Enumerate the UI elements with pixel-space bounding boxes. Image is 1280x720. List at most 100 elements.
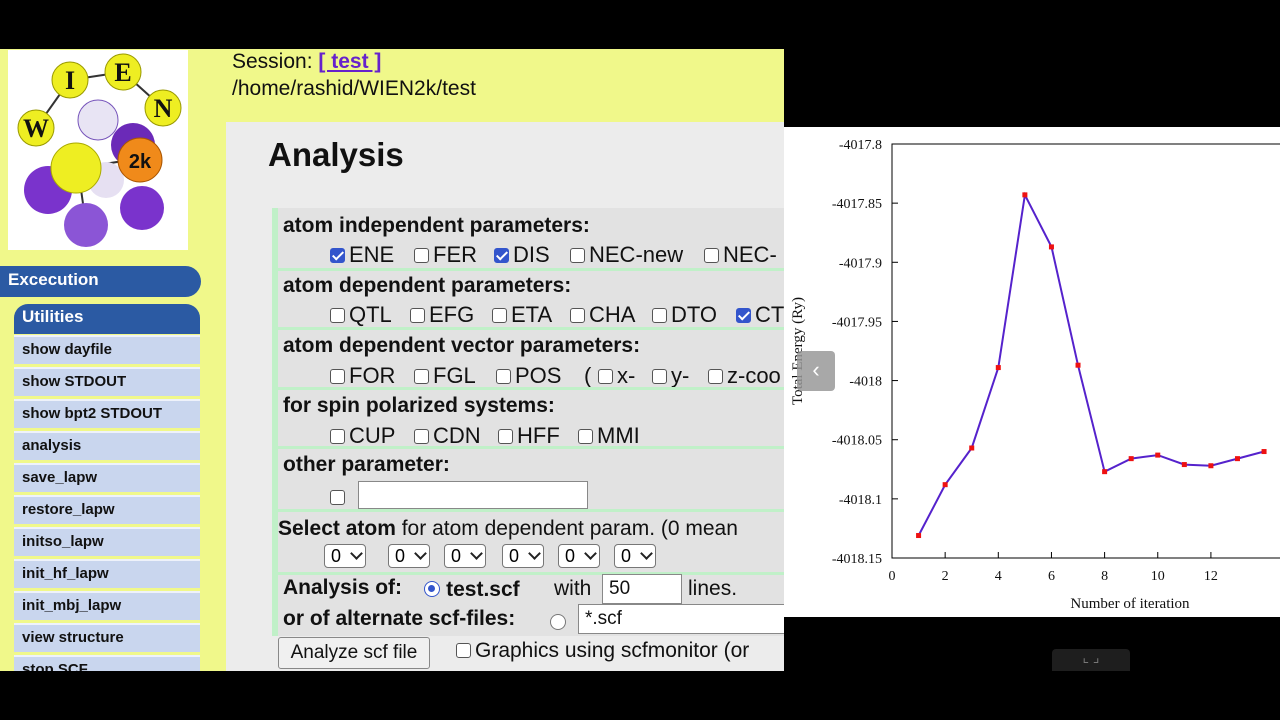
x-tick-label: 6 (1048, 569, 1055, 584)
data-point (1102, 469, 1108, 475)
y-tick-label: -4017.95 (832, 315, 882, 330)
chevron-down-icon (640, 547, 653, 560)
y-tick-label: -4017.8 (839, 138, 882, 153)
data-point (995, 365, 1001, 371)
checkbox-y[interactable]: y- (652, 363, 689, 389)
chevron-down-icon (584, 547, 597, 560)
atom-select-5[interactable]: 0 (558, 544, 600, 568)
session-info: Session: [ test ] (232, 50, 381, 74)
sidebar-item-save-lapw[interactable]: save_lapw (14, 463, 200, 492)
radio-test-scf[interactable]: test.scf (424, 576, 520, 602)
sidebar-item-init-hf-lapw[interactable]: init_hf_lapw (14, 559, 200, 588)
atom-independent-row: atom independent parameters: ENE FER DIS… (272, 208, 792, 268)
checkbox-icon[interactable] (496, 369, 511, 384)
checkbox-icon[interactable] (456, 643, 471, 658)
sidebar-item-show-dayfile[interactable]: show dayfile (14, 335, 200, 364)
other-parameter-row: other parameter: (272, 446, 792, 509)
sidebar-item-show-stdout[interactable]: show STDOUT (14, 367, 200, 396)
sidebar-item-restore-lapw[interactable]: restore_lapw (14, 495, 200, 524)
checkbox-icon[interactable] (492, 308, 507, 323)
series-line (917, 191, 1265, 536)
radio-alternate[interactable] (550, 609, 566, 635)
checkbox-icon[interactable] (414, 369, 429, 384)
lines-input[interactable]: 50 (602, 574, 682, 604)
checkbox-ene[interactable]: ENE (330, 242, 394, 268)
radio-icon[interactable] (550, 614, 566, 630)
checkbox-other[interactable] (330, 484, 349, 510)
checkbox-for[interactable]: FOR (330, 363, 395, 389)
atom-select-1[interactable]: 0 (324, 544, 366, 568)
sidebar-item-show-bpt2-stdout[interactable]: show bpt2 STDOUT (14, 399, 200, 428)
checkbox-z[interactable]: z-coo (708, 363, 781, 389)
checkbox-icon[interactable] (570, 308, 585, 323)
checkbox-icon[interactable] (736, 308, 751, 323)
wien2k-logo[interactable]: I E W N 2k (8, 50, 188, 250)
checkbox-dto[interactable]: DTO (652, 302, 717, 328)
checkbox-qtl[interactable]: QTL (330, 302, 392, 328)
session-path: /home/rashid/WIEN2k/test (232, 77, 476, 100)
checkbox-icon[interactable] (414, 429, 429, 444)
checkbox-icon[interactable] (570, 248, 585, 263)
checkbox-graphics[interactable]: Graphics using scfmonitor (or (456, 639, 749, 663)
checkbox-icon[interactable] (330, 490, 345, 505)
checkbox-nec-new[interactable]: NEC-new (570, 242, 683, 268)
checkbox-icon[interactable] (498, 429, 513, 444)
sidebar-item-view-structure[interactable]: view structure (14, 623, 200, 652)
y-tick-label: -4018.1 (839, 493, 882, 508)
checkbox-fer[interactable]: FER (414, 242, 477, 268)
collapse-panel-button[interactable]: ‹ (797, 351, 835, 391)
checkbox-nec[interactable]: NEC- (704, 242, 777, 268)
checkbox-efg[interactable]: EFG (410, 302, 474, 328)
alternate-scf-input[interactable]: *.scf (578, 604, 798, 634)
spin-row: for spin polarized systems: CUP CDN HFF … (272, 387, 792, 448)
analyze-scf-button[interactable]: Analyze scf file (278, 637, 430, 669)
checkbox-pos[interactable]: POS (496, 363, 561, 389)
atom-vector-label: atom dependent vector parameters: (283, 334, 641, 357)
x-tick-label: 10 (1151, 569, 1165, 584)
sidebar-item-stop-scf[interactable]: stop SCF (14, 655, 200, 671)
other-parameter-label: other parameter: (283, 453, 450, 476)
checkbox-x[interactable]: x- (598, 363, 635, 389)
sidebar-item-init-mbj-lapw[interactable]: init_mbj_lapw (14, 591, 200, 620)
sidebar-item-initso-lapw[interactable]: initso_lapw (14, 527, 200, 556)
data-point (1128, 456, 1134, 462)
checkbox-ct[interactable]: CT (736, 302, 784, 328)
checkbox-icon[interactable] (330, 429, 345, 444)
checkbox-icon[interactable] (410, 308, 425, 323)
y-tick-label: -4017.85 (832, 197, 882, 212)
data-point (969, 445, 975, 451)
radio-icon[interactable] (424, 581, 440, 597)
checkbox-icon[interactable] (598, 369, 613, 384)
x-tick-label: 0 (889, 569, 896, 584)
atom-select-4[interactable]: 0 (502, 544, 544, 568)
other-parameter-input[interactable] (358, 481, 588, 509)
checkbox-icon[interactable] (414, 248, 429, 263)
sidebar-section-execution[interactable]: Excecution (0, 266, 201, 297)
checkbox-fgl[interactable]: FGL (414, 363, 476, 389)
atom-select-3[interactable]: 0 (444, 544, 486, 568)
checkbox-icon[interactable] (652, 369, 667, 384)
checkbox-icon[interactable] (494, 248, 509, 263)
sidebar-item-analysis[interactable]: analysis (14, 431, 200, 460)
checkbox-icon[interactable] (708, 369, 723, 384)
checkbox-icon[interactable] (330, 369, 345, 384)
checkbox-dis[interactable]: DIS (494, 242, 550, 268)
data-point (1022, 192, 1028, 198)
sidebar-section-utilities[interactable]: Utilities (14, 304, 200, 334)
svg-text:N: N (154, 94, 173, 123)
checkbox-cha[interactable]: CHA (570, 302, 635, 328)
session-link[interactable]: [ test ] (318, 50, 381, 73)
atom-select-2[interactable]: 0 (388, 544, 430, 568)
data-point (1048, 244, 1054, 250)
checkbox-icon[interactable] (578, 429, 593, 444)
checkbox-icon[interactable] (330, 308, 345, 323)
checkbox-icon[interactable] (652, 308, 667, 323)
checkbox-icon[interactable] (330, 248, 345, 263)
atom-select-6[interactable]: 0 (614, 544, 656, 568)
chevron-left-icon: ‹ (812, 357, 820, 382)
checkbox-eta[interactable]: ETA (492, 302, 552, 328)
alternate-scf-row: or of alternate scf-files: *.scf (272, 604, 798, 636)
fullscreen-button[interactable]: ⌞ ⌟ (1052, 649, 1130, 671)
analysis-of-row: Analysis of: test.scf with 50 lines. (272, 572, 792, 606)
checkbox-icon[interactable] (704, 248, 719, 263)
